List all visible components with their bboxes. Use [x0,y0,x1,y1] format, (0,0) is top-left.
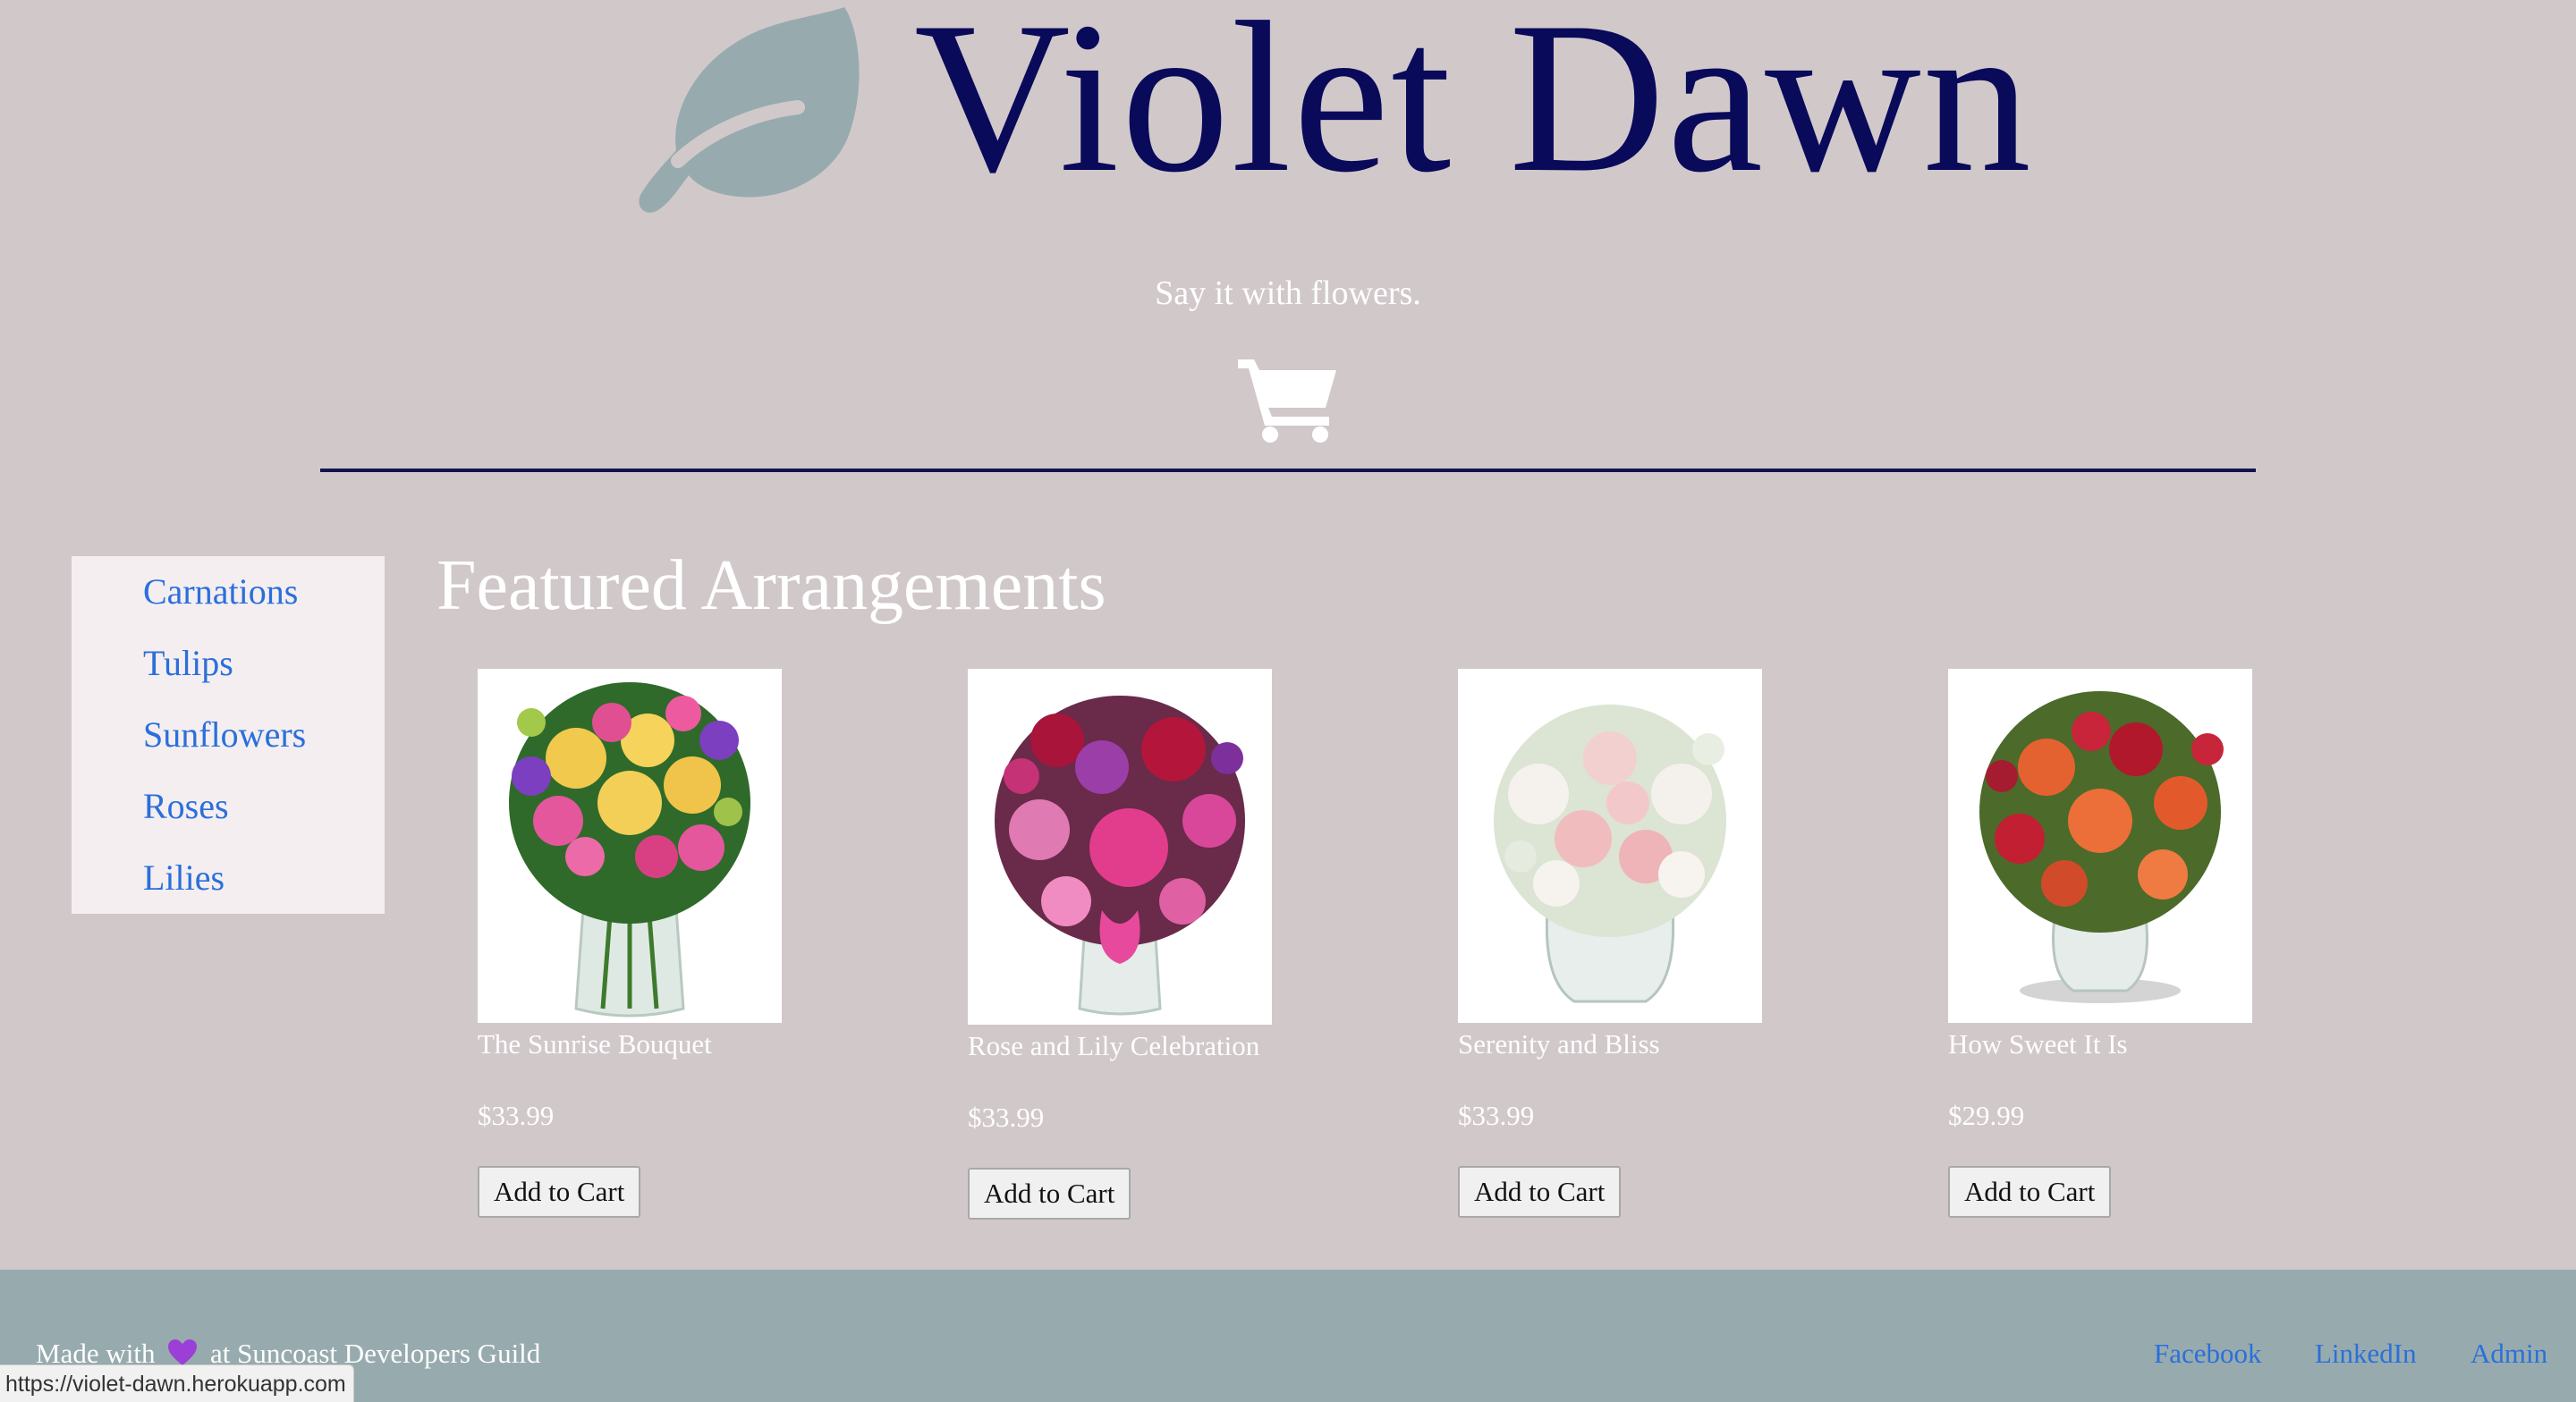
category-sidebar: Carnations Tulips Sunflowers Roses Lilie… [72,556,385,914]
sidebar-item-carnations[interactable]: Carnations [143,570,298,612]
product-name[interactable]: The Sunrise Bouquet [478,1028,712,1060]
sidebar-item-lilies[interactable]: Lilies [143,857,225,899]
product-image[interactable] [1948,669,2252,1023]
product-card: The Sunrise Bouquet $33.99 Add to Cart [478,669,853,1218]
tagline: Say it with flowers. [1155,274,1421,312]
sidebar-item-tulips[interactable]: Tulips [143,642,233,684]
leaf-icon [639,7,860,213]
product-card: Rose and Lily Celebration $33.99 Add to … [968,669,1343,1220]
sidebar-item-sunflowers[interactable]: Sunflowers [143,714,306,756]
product-image[interactable] [1458,669,1762,1023]
page: Violet Dawn Say it with flowers. Carnati… [0,0,2576,1402]
cart-button[interactable] [1236,350,1340,443]
product-name[interactable]: How Sweet It Is [1948,1028,2128,1060]
footer-link-linkedin[interactable]: LinkedIn [2315,1338,2417,1370]
purple-heart-icon [168,1339,198,1365]
product-name[interactable]: Rose and Lily Celebration [968,1030,1259,1062]
bouquet-image [1458,669,1762,1023]
product-price: $33.99 [968,1102,1045,1133]
product-price: $33.99 [1458,1100,1535,1131]
footer-link-admin[interactable]: Admin [2470,1338,2547,1370]
bouquet-image [968,669,1272,1025]
product-card: Serenity and Bliss $33.99 Add to Cart [1458,669,1834,1218]
footer: Made with at Suncoast Developers Guild F… [0,1270,2576,1402]
product-name[interactable]: Serenity and Bliss [1458,1028,1660,1060]
site-title[interactable]: Violet Dawn [914,0,2033,206]
status-bar-url: https://violet-dawn.herokuapp.com [0,1364,354,1402]
product-price: $33.99 [478,1100,555,1131]
shopping-cart-icon [1238,359,1336,443]
add-to-cart-button[interactable]: Add to Cart [1458,1166,1622,1218]
header-divider [320,469,2256,472]
sidebar-item-roses[interactable]: Roses [143,785,229,827]
add-to-cart-button[interactable]: Add to Cart [1948,1166,2112,1218]
product-image[interactable] [968,669,1272,1025]
product-price: $29.99 [1948,1100,2025,1131]
add-to-cart-button[interactable]: Add to Cart [968,1168,1131,1220]
product-image[interactable] [478,669,782,1023]
footer-link-facebook[interactable]: Facebook [2154,1338,2262,1370]
add-to-cart-button[interactable]: Add to Cart [478,1166,641,1218]
section-title: Featured Arrangements [436,546,1106,625]
bouquet-image [478,669,782,1023]
product-card: How Sweet It Is $29.99 Add to Cart [1948,669,2324,1218]
brand-header: Violet Dawn [637,0,2031,213]
bouquet-image [1948,669,2252,1023]
